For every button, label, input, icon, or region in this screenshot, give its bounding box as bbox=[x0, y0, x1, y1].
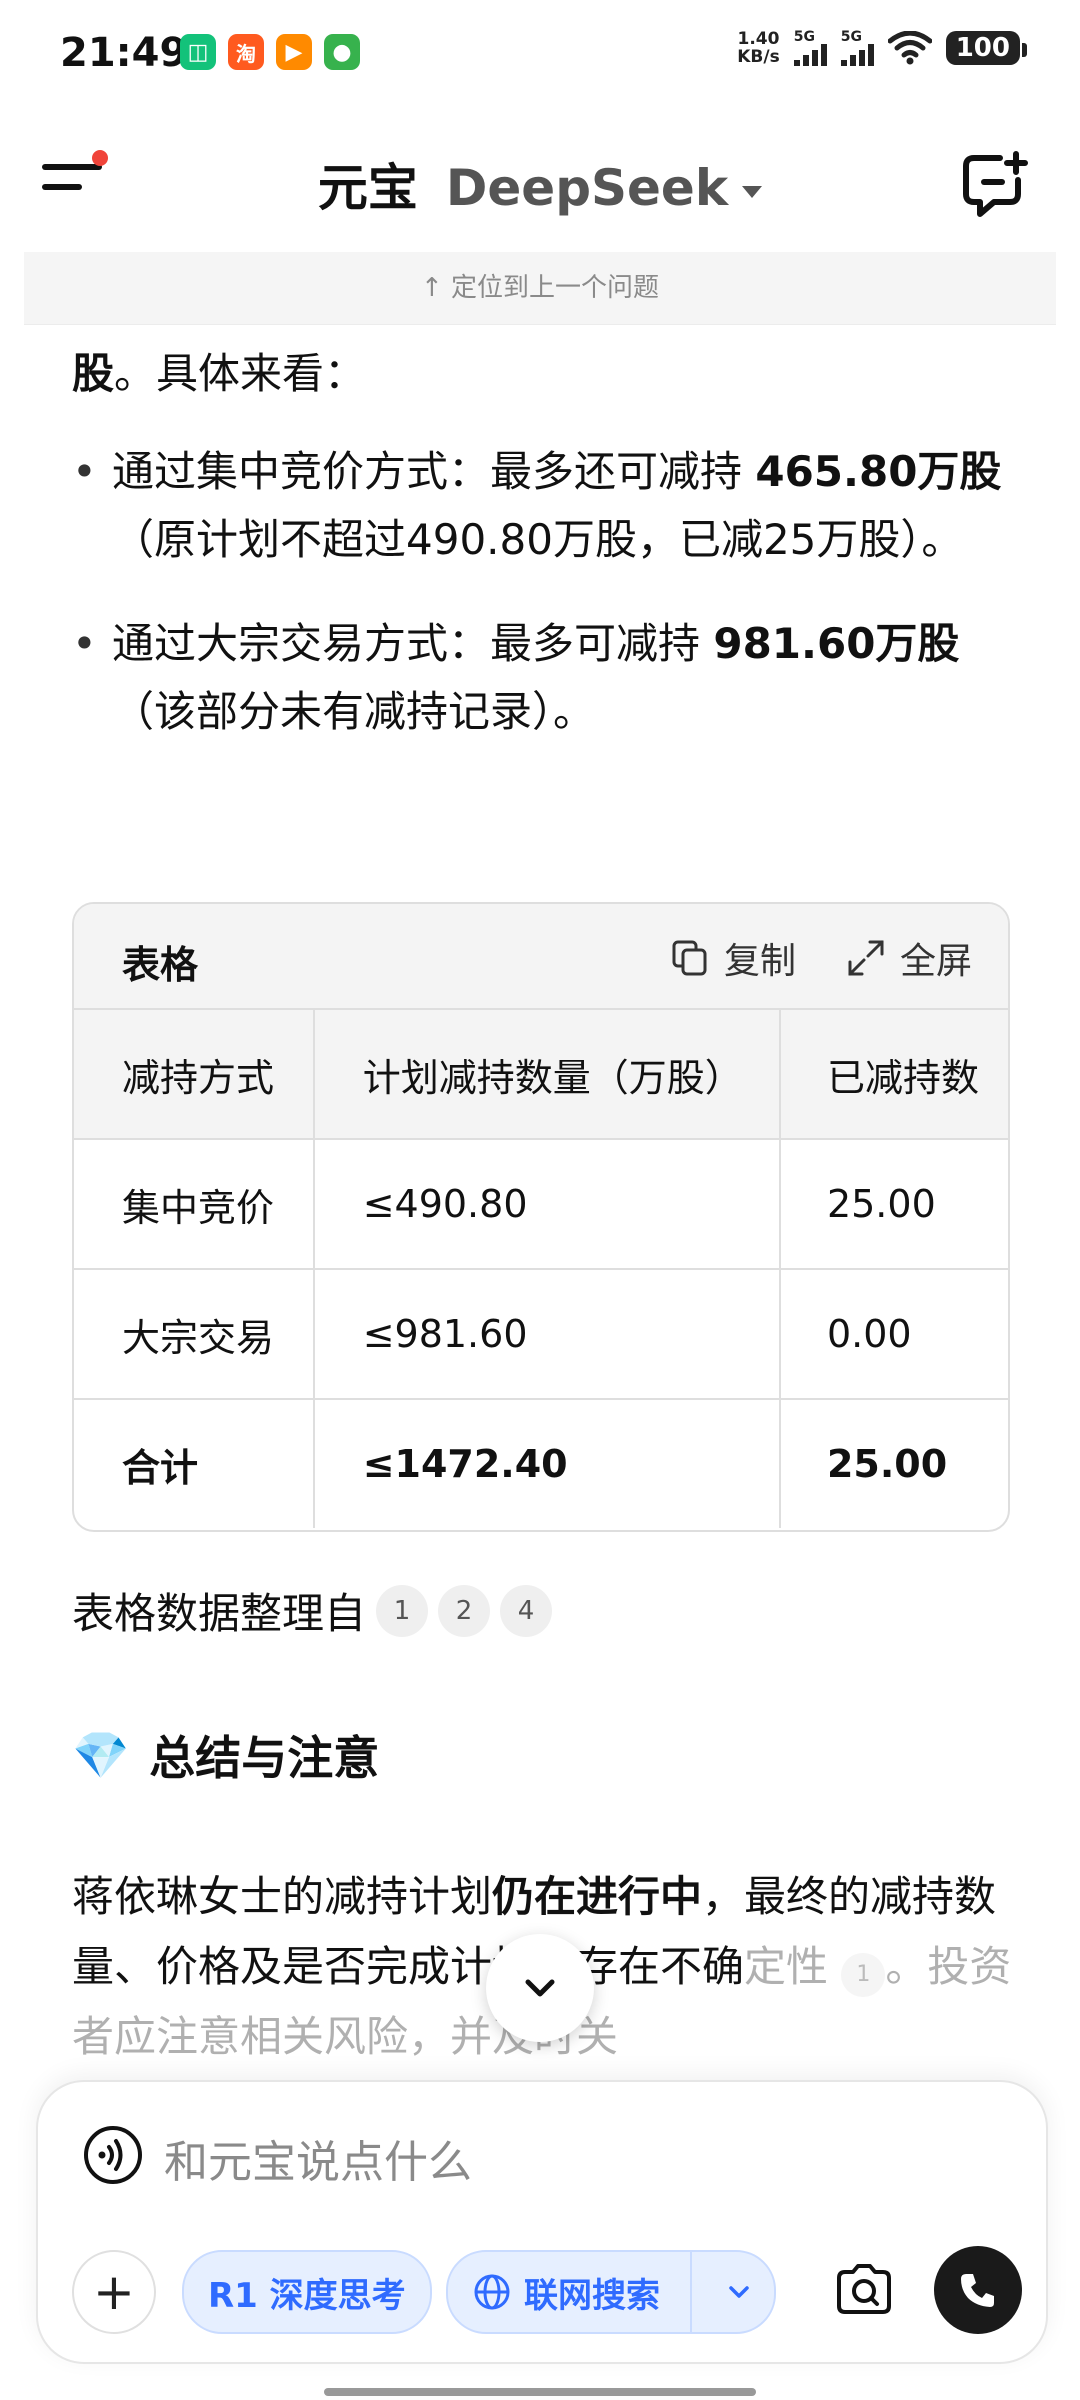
table-cell: ≤1472.40 bbox=[313, 1399, 781, 1528]
bullet-list: 通过集中竞价方式：最多还可减持 465.80万股 （原计划不超过490.80万股，… bbox=[72, 438, 1012, 746]
answer-content: 股。具体来看： 通过集中竞价方式：最多还可减持 465.80万股 （原计划不超过4… bbox=[72, 340, 1012, 782]
add-attachment-button[interactable]: + bbox=[72, 2250, 156, 2334]
reference-badge[interactable]: 1 bbox=[376, 1584, 429, 1637]
notification-icons: ◫ 淘 ▶ ● bbox=[180, 34, 360, 70]
locate-previous-question-button[interactable]: ↑ 定位到上一个问题 bbox=[24, 252, 1056, 325]
battery-icon: 100 bbox=[945, 31, 1028, 65]
reference-badge[interactable]: 2 bbox=[438, 1584, 491, 1637]
intro-text: 股。具体来看： bbox=[72, 340, 1012, 408]
table-card-title: 表格 bbox=[122, 943, 199, 987]
chevron-down-icon bbox=[729, 2286, 749, 2298]
table-row: 大宗交易 ≤981.60 0.00 bbox=[74, 1269, 1008, 1400]
summary-text-faded: 定性 bbox=[744, 1942, 829, 1991]
table-cell: 25.00 bbox=[779, 1139, 1008, 1270]
data-table: 减持方式 计划减持数量（万股） 已减持数 集中竞价 ≤490.80 25.00 … bbox=[74, 1010, 1008, 1528]
copy-button[interactable]: 复制 bbox=[670, 932, 796, 984]
table-cell: 集中竞价 bbox=[74, 1139, 315, 1270]
taobao-icon: 淘 bbox=[228, 34, 264, 70]
table-cell: ≤490.80 bbox=[313, 1139, 781, 1270]
chevron-down-icon bbox=[525, 1979, 555, 1997]
column-header: 已减持数 bbox=[779, 1010, 1008, 1140]
summary-text-1: 蒋依琳女士的减持计划 bbox=[72, 1872, 493, 1921]
table-row: 集中竞价 ≤490.80 25.00 bbox=[74, 1139, 1008, 1270]
table-cell: 大宗交易 bbox=[74, 1269, 315, 1400]
web-search-toggle[interactable]: 联网搜索 bbox=[446, 2250, 776, 2334]
list-item: 通过大宗交易方式：最多可减持 981.60万股 （该部分未有减持记录）。 bbox=[72, 610, 1012, 746]
scroll-to-bottom-button[interactable] bbox=[486, 1934, 594, 2042]
table-cell: 25.00 bbox=[826, 1442, 948, 1486]
reference-badge[interactable]: 4 bbox=[500, 1584, 553, 1637]
deep-think-label: R1 深度思考 bbox=[208, 2275, 406, 2316]
table-cell: ≤981.60 bbox=[313, 1269, 781, 1400]
column-header: 减持方式 bbox=[74, 1010, 315, 1140]
deep-think-toggle[interactable]: R1 深度思考 bbox=[182, 2250, 432, 2334]
network-speed-unit: KB/s bbox=[737, 47, 780, 67]
voice-call-button[interactable] bbox=[934, 2246, 1022, 2334]
model-name: DeepSeek bbox=[445, 159, 729, 217]
table-card-header: 表格 复制 全屏 bbox=[74, 904, 1008, 1010]
bullet-prefix: 通过大宗交易方式：最多可减持 bbox=[112, 619, 714, 668]
bullet-suffix: （原计划不超过490.80万股，已减25万股）。 bbox=[112, 515, 964, 564]
copy-icon bbox=[672, 940, 707, 976]
bullet-suffix: （该部分未有减持记录）。 bbox=[112, 687, 596, 736]
list-item: 通过集中竞价方式：最多还可减持 465.80万股 （原计划不超过490.80万股，… bbox=[72, 438, 1012, 574]
copy-label: 复制 bbox=[723, 941, 796, 982]
caret-down-icon bbox=[742, 185, 763, 198]
bullet-bold: 465.80万股 bbox=[755, 447, 1002, 496]
phone-icon bbox=[961, 2274, 994, 2307]
table-total-row: 合计 ≤1472.40 25.00 bbox=[74, 1399, 1008, 1528]
summary-heading: 💎 总结与注意 bbox=[72, 1722, 379, 1788]
source-label: 表格数据整理自 bbox=[72, 1589, 367, 1638]
network-speed-value: 1.40 bbox=[737, 29, 780, 49]
reference-badge[interactable]: 1 bbox=[841, 1953, 886, 1997]
fullscreen-icon bbox=[848, 940, 884, 976]
summary-text-bold: 仍在进行中 bbox=[492, 1872, 703, 1921]
search-options-dropdown[interactable] bbox=[704, 2278, 774, 2306]
bullet-prefix: 通过集中竞价方式：最多还可减持 bbox=[112, 447, 756, 496]
fullscreen-button[interactable]: 全屏 bbox=[846, 932, 972, 984]
table-card: 表格 复制 全屏 减持方式 计划减持数量（万股） 已减持数 集中竞价 ≤490.… bbox=[72, 902, 1010, 1532]
sim1-label: 5G bbox=[793, 29, 815, 45]
table-header-row: 减持方式 计划减持数量（万股） 已减持数 bbox=[74, 1010, 1008, 1140]
new-chat-icon[interactable] bbox=[960, 150, 1030, 220]
model-selector[interactable]: DeepSeek bbox=[445, 159, 763, 217]
header-title: 元宝 DeepSeek bbox=[0, 148, 1080, 220]
chat-input-panel: 和元宝说点什么 + R1 深度思考 联网搜索 bbox=[36, 2080, 1048, 2364]
home-indicator bbox=[324, 2388, 756, 2396]
diamond-icon: 💎 bbox=[72, 1727, 130, 1782]
plus-icon: + bbox=[93, 2263, 135, 2321]
network-speed: 1.40 KB/s bbox=[737, 30, 779, 66]
intro-rest: 。具体来看： bbox=[114, 349, 367, 398]
status-bar: 21:49 ◫ 淘 ▶ ● 1.40 KB/s 5G 5G 100 bbox=[0, 0, 1080, 110]
app-title: 元宝 bbox=[317, 159, 418, 217]
sim2-label: 5G bbox=[840, 29, 862, 45]
voice-input-icon[interactable] bbox=[82, 2124, 144, 2186]
table-source: 表格数据整理自 1 2 4 bbox=[72, 1580, 553, 1641]
camera-icon bbox=[837, 2264, 891, 2314]
chat-input[interactable]: 和元宝说点什么 bbox=[164, 2126, 472, 2190]
signal-sim1-icon: 5G bbox=[793, 29, 827, 66]
status-time: 21:49 bbox=[60, 30, 188, 76]
game-icon: ● bbox=[324, 34, 360, 70]
app-header: 元宝 DeepSeek bbox=[0, 110, 1080, 250]
globe-icon bbox=[474, 2274, 510, 2310]
summary-title: 总结与注意 bbox=[149, 1731, 380, 1785]
column-header: 计划减持数量（万股） bbox=[313, 1010, 781, 1140]
camera-button[interactable] bbox=[824, 2250, 904, 2330]
web-search-label: 联网搜索 bbox=[524, 2275, 660, 2316]
fullscreen-label: 全屏 bbox=[899, 941, 972, 982]
intro-bold: 股 bbox=[72, 349, 115, 398]
table-cell: 合计 bbox=[74, 1399, 315, 1528]
wifi-icon bbox=[887, 31, 932, 65]
signal-sim2-icon: 5G bbox=[840, 29, 874, 66]
video-icon: ▶ bbox=[276, 34, 312, 70]
app-notification-icon: ◫ bbox=[180, 34, 216, 70]
bullet-bold: 981.60万股 bbox=[713, 619, 960, 668]
table-cell: 0.00 bbox=[779, 1269, 1008, 1400]
system-indicators: 1.40 KB/s 5G 5G 100 bbox=[737, 29, 1028, 66]
